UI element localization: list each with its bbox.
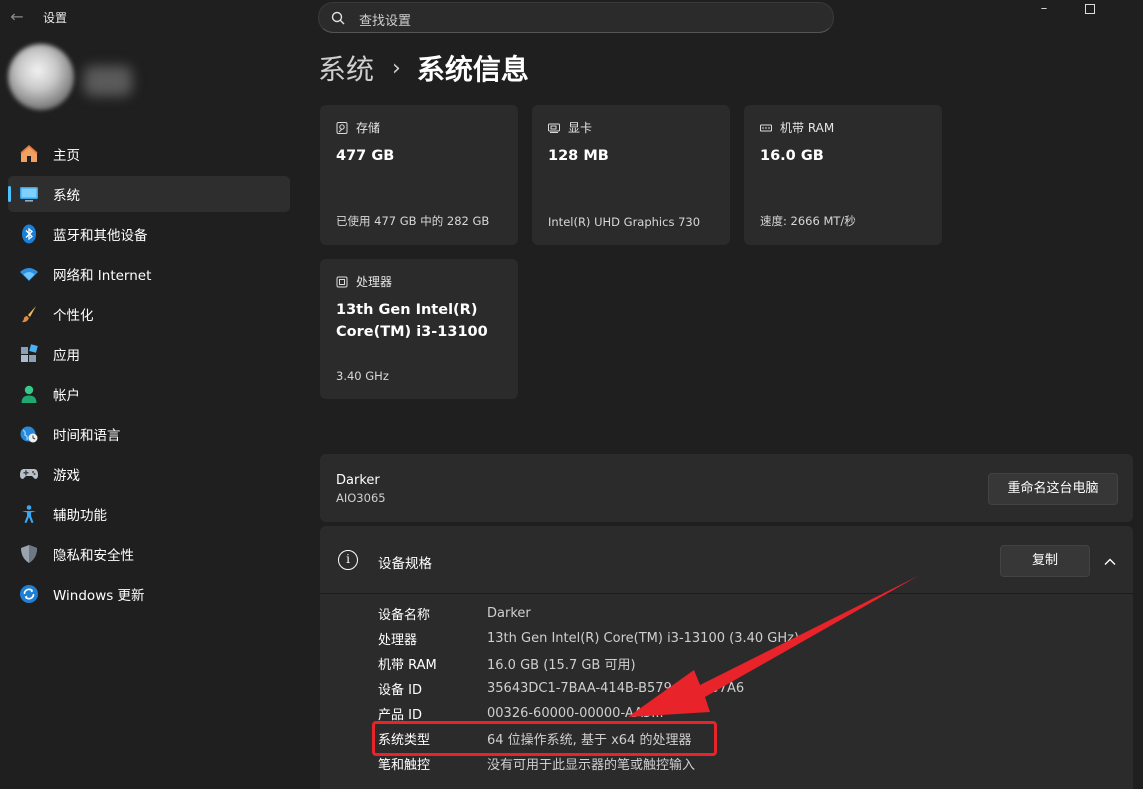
annotation-arrow-icon (628, 576, 918, 717)
